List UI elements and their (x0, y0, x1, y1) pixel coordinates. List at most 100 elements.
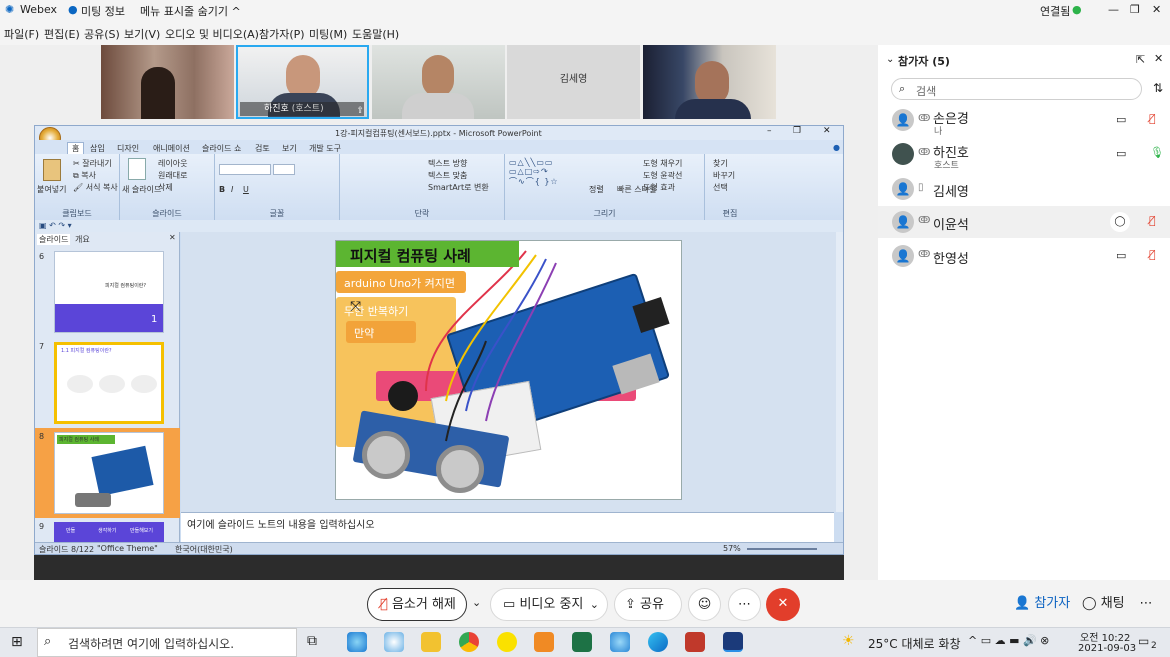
audio-options-chevron-icon[interactable]: ⌄ (472, 596, 481, 609)
format-painter-button[interactable]: 🖌 서식 복사 (73, 182, 118, 193)
smartart-button[interactable]: SmartArt로 변환 (428, 182, 489, 193)
video-tile[interactable] (101, 45, 234, 119)
align-text-button[interactable]: 텍스트 맞춤 (428, 170, 467, 181)
end-meeting-button[interactable]: ✕ (766, 588, 800, 621)
more-button[interactable]: ⋯ (728, 588, 761, 621)
underline-button[interactable]: U (243, 185, 249, 194)
minimize-button[interactable]: — (1108, 3, 1119, 16)
tab-slideshow[interactable]: 슬라이드 쇼 (202, 143, 241, 154)
webex-taskbar-icon[interactable] (723, 632, 743, 652)
participant-row-hover[interactable]: 👤 ↂ 이윤석 ◯ 🎙̸ (878, 206, 1170, 238)
cut-button[interactable]: ✂ 잘라내기 (73, 158, 112, 169)
tray-icons[interactable]: ^ ▭ ☁ ▬ 🔊 ⊗ (968, 634, 1049, 647)
share-button[interactable]: ⇪ 공유 (614, 588, 682, 621)
menu-meeting[interactable]: 미팅(M) (309, 26, 347, 42)
menu-audio-video[interactable]: 오디오 및 비디오(A) (165, 26, 259, 42)
select-button[interactable]: 선택 (713, 182, 728, 193)
close-panel-button[interactable]: ✕ (1154, 52, 1163, 65)
font-name-box[interactable] (219, 164, 271, 175)
edge-legacy-icon[interactable] (347, 632, 367, 652)
chrome-icon[interactable] (459, 632, 479, 652)
popout-icon[interactable]: ⇱ (1136, 53, 1145, 66)
tab-outline[interactable]: 개요 (75, 234, 90, 245)
unmute-button[interactable]: 🎙̸ 음소거 해제 (367, 588, 467, 621)
shapes-gallery[interactable]: ▭△╲╲▭▭ ▭△□⇨↷ ⌒∿⌒{ }☆ (509, 158, 559, 187)
video-tile[interactable] (643, 45, 776, 119)
meeting-info-button[interactable]: 미팅 정보 (81, 3, 125, 19)
close-window-button[interactable]: ✕ (1152, 3, 1161, 16)
video-options-chevron-icon[interactable]: ⌄ (590, 589, 599, 620)
paste-icon[interactable] (43, 159, 61, 181)
tab-view[interactable]: 보기 (282, 143, 297, 154)
clock-time[interactable]: 오전 10:22 (1080, 629, 1130, 644)
font-size-box[interactable] (273, 164, 295, 175)
new-slide-button[interactable]: 새 슬라이드 (122, 184, 161, 195)
italic-button[interactable]: I (231, 185, 233, 194)
app-icon[interactable] (685, 632, 705, 652)
hide-menu-button[interactable]: 메뉴 표시줄 숨기기 ^ (140, 3, 241, 19)
menu-help[interactable]: 도움말(H) (352, 26, 399, 42)
taskbar-search-box[interactable]: ⌕ 검색하려면 여기에 입력하십시오. (37, 628, 297, 657)
app-icon[interactable] (384, 632, 404, 652)
menu-participants[interactable]: 참가자(P) (259, 26, 305, 42)
participants-toggle-button[interactable]: 👤 참가자 (1006, 588, 1074, 621)
save-icon[interactable]: ▣ ↶ ↷ ▾ (39, 221, 72, 230)
tab-developer[interactable]: 개발 도구 (309, 143, 341, 154)
kakaotalk-icon[interactable] (497, 632, 517, 652)
arrange-button[interactable]: 정렬 (589, 184, 604, 195)
menu-edit[interactable]: 편집(E) (44, 26, 80, 42)
slide-scrollbar[interactable] (836, 232, 843, 512)
tab-design[interactable]: 디자인 (117, 143, 139, 154)
reactions-button[interactable]: ☺ (688, 588, 721, 621)
layout-button[interactable]: 레이아웃 (158, 158, 187, 169)
ppt-minimize-button[interactable]: – (767, 126, 772, 136)
notification-icon[interactable]: ▭ (1138, 634, 1149, 648)
paste-button[interactable]: 붙여넣기 (37, 184, 66, 195)
participant-row[interactable]: ↂ 하진호 호스트 ▭ 🎙 (878, 138, 1170, 171)
info-icon[interactable]: ● (68, 3, 78, 16)
weather-text[interactable]: 25°C 대체로 화창 (868, 635, 960, 652)
windows-start-icon[interactable]: ⊞ (11, 634, 23, 650)
participant-row[interactable]: 👤 ▯ 김세영 (878, 173, 1170, 205)
new-slide-icon[interactable] (128, 158, 146, 180)
tab-animation[interactable]: 애니메이션 (153, 143, 190, 154)
bold-button[interactable]: B (219, 185, 225, 194)
slide-thumb-9[interactable]: 만들 생각하기 만들해보기 (54, 522, 164, 542)
text-direction-button[interactable]: 텍스트 방향 (428, 158, 467, 169)
stop-video-button[interactable]: ▭ 비디오 중지 ⌄ (490, 588, 608, 621)
shape-outline-button[interactable]: 도형 윤곽선 (643, 170, 682, 181)
edge-icon[interactable] (648, 632, 668, 652)
replace-button[interactable]: 바꾸기 (713, 170, 735, 181)
copy-button[interactable]: ⧉ 복사 (73, 170, 96, 181)
menu-view[interactable]: 보기(V) (124, 26, 160, 42)
video-tile-active[interactable]: 하진호 (호스트) ⇪ (236, 45, 369, 119)
find-button[interactable]: 찾기 (713, 158, 728, 169)
video-tile-placeholder[interactable]: 김세영 (507, 45, 640, 119)
participant-row[interactable]: 👤 ↂ 손은경 나 ▭ 🎙̸ (878, 104, 1170, 137)
close-panel-icon[interactable]: ✕ (169, 233, 176, 242)
slide-canvas[interactable]: arduino Uno가 켜지면 무한 반복하기 만약 피지컬 컴퓨팅 사례 ⤧ (335, 240, 682, 500)
help-icon[interactable]: ● (833, 143, 840, 152)
menu-file[interactable]: 파일(F) (4, 26, 39, 42)
chat-toggle-button[interactable]: ◯ 채팅 (1078, 588, 1130, 621)
ppt-maximize-button[interactable]: ❐ (793, 126, 801, 136)
maximize-button[interactable]: ❐ (1130, 3, 1140, 16)
reset-button[interactable]: 원래대로 (158, 170, 187, 181)
notes-pane[interactable]: 여기에 슬라이드 노트의 내용을 입력하십시오 (181, 512, 834, 542)
shape-fill-button[interactable]: 도형 채우기 (643, 158, 682, 169)
app-icon[interactable] (610, 632, 630, 652)
menu-share[interactable]: 공유(S) (84, 26, 120, 42)
excel-icon[interactable] (572, 632, 592, 652)
participant-row[interactable]: 👤 ↂ 한영성 ▭ 🎙̸ (878, 240, 1170, 272)
participant-search-input[interactable]: ⌕ 검색 (891, 78, 1142, 100)
ppt-close-button[interactable]: ✕ (823, 126, 831, 136)
shape-effects-button[interactable]: 도형 효과 (643, 182, 675, 193)
app-icon[interactable] (534, 632, 554, 652)
weather-icon[interactable]: ☀ (842, 633, 855, 649)
sort-icon[interactable]: ⇅ (1153, 81, 1163, 95)
tab-review[interactable]: 검토 (255, 143, 270, 154)
slide-thumb-6[interactable]: 피지컬 컴퓨팅이란? 1 (54, 251, 164, 333)
collapse-icon[interactable]: ⌄ (886, 54, 894, 65)
zoom-slider[interactable] (747, 548, 817, 550)
file-explorer-icon[interactable] (421, 632, 441, 652)
